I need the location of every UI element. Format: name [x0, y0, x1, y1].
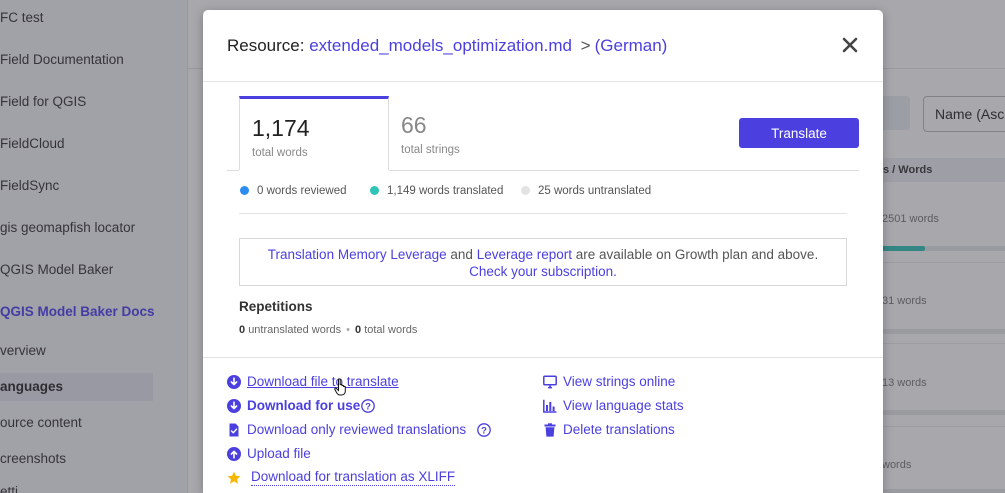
total-strings-value: 66 — [401, 112, 427, 138]
breadcrumb-separator: > — [580, 36, 591, 55]
action-label: Upload file — [247, 446, 311, 461]
close-x-icon — [842, 37, 858, 53]
upload-circle-icon — [227, 447, 241, 461]
rep-total-count: 0 — [355, 324, 362, 336]
total-words-value: 1,174 — [252, 115, 310, 141]
tm-leverage-link[interactable]: Translation Memory Leverage — [268, 247, 447, 262]
untranslated-dot — [521, 186, 530, 195]
modal-title: Resource: extended_models_optimization.m… — [227, 36, 667, 56]
file-check-icon — [229, 423, 239, 437]
leverage-report-link[interactable]: Leverage report — [477, 247, 572, 262]
hand-pointer-icon — [334, 378, 346, 396]
resource-name-link[interactable]: extended_models_optimization.md — [309, 36, 572, 55]
tabs-divider — [227, 170, 239, 171]
total-words-label: total words — [252, 147, 308, 159]
action-label: Download for use — [247, 398, 361, 413]
action-label: View language stats — [563, 398, 684, 413]
reviewed-label: 0 words reviewed — [257, 185, 347, 197]
translated-dot — [370, 186, 379, 195]
legend-divider — [239, 213, 847, 214]
total-strings-label: total strings — [401, 144, 460, 156]
action-label: Download file to translate — [247, 374, 399, 389]
close-button[interactable] — [839, 34, 861, 56]
reviewed-dot — [240, 186, 249, 195]
tab-total-words[interactable]: 1,174 total words — [239, 96, 389, 170]
notice-text: and — [450, 247, 473, 262]
rep-untranslated-count: 0 — [239, 324, 246, 336]
legend-translated: 1,149 words translated — [370, 185, 503, 197]
rep-bullet: • — [346, 324, 350, 336]
svg-text:?: ? — [365, 401, 371, 412]
trash-icon — [544, 423, 556, 437]
download-circle-icon — [227, 375, 241, 389]
action-label: Delete translations — [563, 422, 675, 437]
star-icon — [227, 471, 241, 484]
bar-chart-icon — [543, 399, 557, 413]
modal-header: Resource: extended_models_optimization.m… — [203, 10, 883, 82]
legend-reviewed: 0 words reviewed — [240, 185, 346, 197]
rep-total-label: total words — [364, 324, 418, 336]
download-circle-icon — [227, 399, 241, 413]
action-label: View strings online — [563, 374, 676, 389]
notice-line-2: Check your subscription. — [240, 263, 846, 280]
tab-total-strings[interactable]: 66 total strings — [389, 96, 519, 170]
monitor-icon — [543, 375, 557, 389]
action-label: Download for translation as XLIFF — [251, 469, 456, 486]
repetitions-summary: 0 untranslated words • 0 total words — [239, 324, 417, 336]
untranslated-label: 25 words untranslated — [538, 185, 652, 197]
legend-untranslated: 25 words untranslated — [521, 185, 651, 197]
upgrade-notice: Translation Memory Leverage and Leverage… — [239, 238, 847, 286]
translate-button[interactable]: Translate — [739, 118, 859, 148]
title-prefix: Resource: — [227, 36, 305, 55]
action-label: Download only reviewed translations — [247, 422, 467, 437]
help-circle-icon[interactable]: ? — [477, 423, 491, 437]
check-subscription-link[interactable]: Check your subscription — [469, 264, 613, 279]
translated-label: 1,149 words translated — [387, 185, 504, 197]
repetitions-title: Repetitions — [239, 299, 313, 314]
notice-text: are available on Growth plan and above. — [575, 247, 819, 262]
notice-line-1: Translation Memory Leverage and Leverage… — [240, 246, 846, 263]
help-circle-icon[interactable]: ? — [361, 399, 375, 413]
resource-modal: Resource: extended_models_optimization.m… — [203, 10, 883, 493]
notice-period: . — [613, 264, 617, 279]
rep-untranslated-label: untranslated words — [248, 324, 342, 336]
actions-divider — [203, 357, 883, 358]
language-link[interactable]: (German) — [595, 36, 668, 55]
svg-text:?: ? — [481, 425, 487, 436]
tabs-divider — [389, 170, 859, 171]
